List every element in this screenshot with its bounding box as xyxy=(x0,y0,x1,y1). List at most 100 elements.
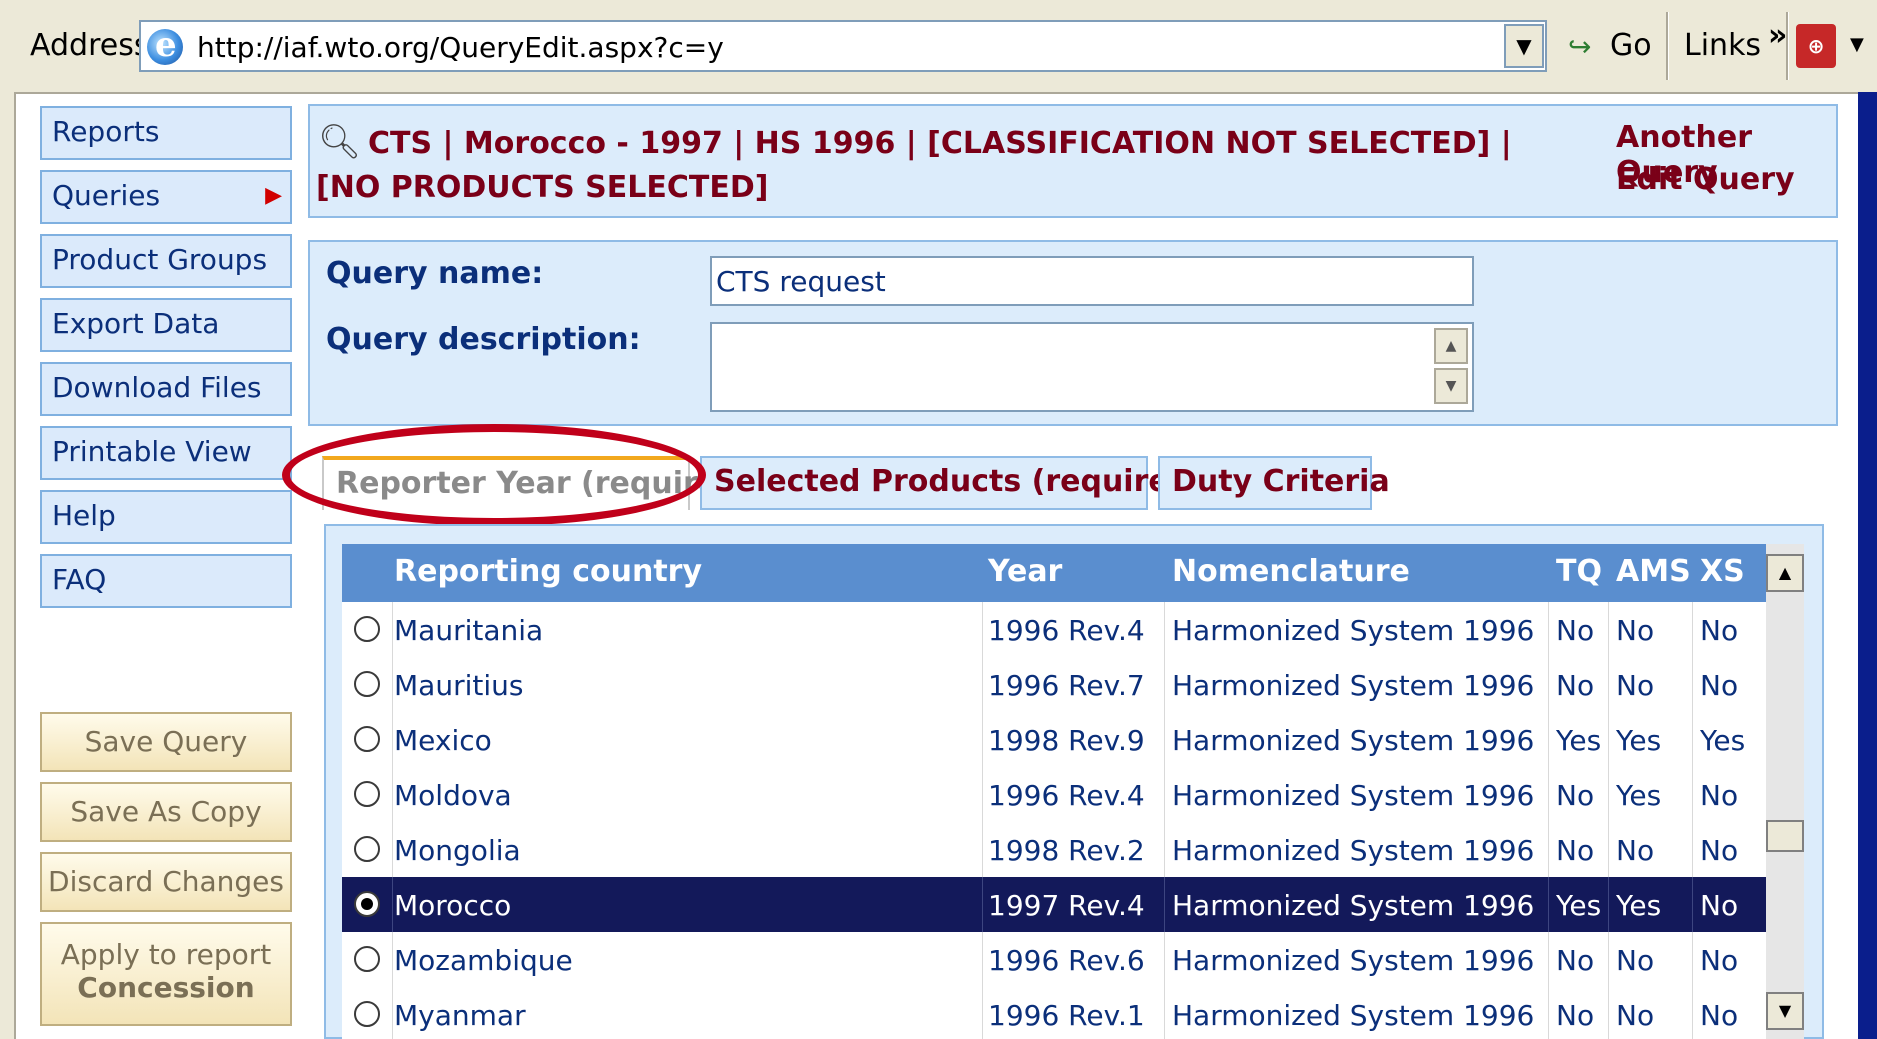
links-chevron-icon[interactable]: » xyxy=(1768,18,1787,53)
concession-label: Concession xyxy=(77,971,255,1004)
column-divider xyxy=(1164,822,1165,877)
cell-tq: Yes xyxy=(1556,724,1602,757)
sidebar-item-export-data[interactable]: Export Data xyxy=(40,298,292,352)
row-radio-button[interactable] xyxy=(354,1001,380,1027)
links-label[interactable]: Links xyxy=(1684,28,1761,63)
cell-nomenclature: Harmonized System 1996 xyxy=(1172,614,1535,647)
go-arrow-icon: ↪ xyxy=(1568,30,1592,63)
row-radio-button[interactable] xyxy=(354,891,380,917)
column-divider xyxy=(1608,657,1609,712)
sidebar-item-download-files[interactable]: Download Files xyxy=(40,362,292,416)
sidebar-item-help[interactable]: Help xyxy=(40,490,292,544)
go-button[interactable]: ↪ Go xyxy=(1564,20,1654,72)
column-header-reporting-country[interactable]: Reporting country xyxy=(394,554,702,589)
scroll-up-icon[interactable]: ▲ xyxy=(1434,328,1468,364)
grid-header-row: Reporting country Year Nomenclature TQ A… xyxy=(342,544,1766,602)
row-radio-button[interactable] xyxy=(354,946,380,972)
column-divider xyxy=(1608,767,1609,822)
scrollbar-thumb[interactable] xyxy=(1766,820,1804,852)
column-header-tq[interactable]: TQ xyxy=(1556,554,1602,589)
column-divider xyxy=(1692,602,1693,657)
table-row[interactable]: Myanmar 1996 Rev.1 Harmonized System 1996 N… xyxy=(342,987,1766,1039)
sidebar-item-label: Queries xyxy=(52,179,161,212)
tab-reporter-year[interactable]: Reporter Year (required) xyxy=(322,456,753,510)
toolbar-separator xyxy=(1666,12,1669,80)
sidebar-item-label: Export Data xyxy=(52,307,220,340)
column-divider xyxy=(1608,712,1609,767)
sidebar-item-product-groups[interactable]: Product Groups xyxy=(40,234,292,288)
discard-changes-button[interactable]: Discard Changes xyxy=(40,852,292,912)
sidebar-item-printable-view[interactable]: Printable View xyxy=(40,426,292,480)
row-radio-button[interactable] xyxy=(354,836,380,862)
pdf-icon[interactable]: ⊕ xyxy=(1796,24,1836,68)
table-row[interactable]: Mauritania 1996 Rev.4 Harmonized System 19… xyxy=(342,602,1766,658)
cell-country: Mexico xyxy=(394,724,492,757)
apply-to-report-button[interactable]: Apply to report Concession xyxy=(40,922,292,1026)
table-row[interactable]: Moldova 1996 Rev.4 Harmonized System 1996 N… xyxy=(342,767,1766,823)
cell-year: 1998 Rev.2 xyxy=(988,834,1145,867)
row-radio-button[interactable] xyxy=(354,671,380,697)
scroll-down-icon[interactable]: ▼ xyxy=(1766,992,1804,1030)
cell-year: 1996 Rev.7 xyxy=(988,669,1145,702)
table-row[interactable]: Morocco 1997 Rev.4 Harmonized System 1996 Y… xyxy=(342,877,1766,933)
query-summary-header: 🔍︎ CTS | Morocco - 1997 | HS 1996 | [CLA… xyxy=(308,104,1838,218)
sidebar-item-reports[interactable]: Reports xyxy=(40,106,292,160)
cell-ams: Yes xyxy=(1616,779,1662,812)
row-radio-button[interactable] xyxy=(354,781,380,807)
tab-duty-criteria[interactable]: Duty Criteria xyxy=(1158,456,1390,510)
query-form: Query name: Query description: ▲ ▼ xyxy=(308,240,1838,426)
table-row[interactable]: Mauritius 1996 Rev.7 Harmonized System 199… xyxy=(342,657,1766,713)
go-label: Go xyxy=(1610,28,1652,63)
column-divider xyxy=(1608,877,1609,932)
column-divider xyxy=(1548,822,1549,877)
sidebar-item-label: FAQ xyxy=(52,563,107,596)
cell-nomenclature: Harmonized System 1996 xyxy=(1172,669,1535,702)
table-row[interactable]: Mozambique 1996 Rev.6 Harmonized System 19… xyxy=(342,932,1766,988)
cell-nomenclature: Harmonized System 1996 xyxy=(1172,834,1535,867)
save-query-button[interactable]: Save Query xyxy=(40,712,292,772)
row-radio-button[interactable] xyxy=(354,726,380,752)
save-as-copy-button[interactable]: Save As Copy xyxy=(40,782,292,842)
ie-page-icon xyxy=(147,25,183,65)
query-name-input[interactable] xyxy=(710,256,1474,306)
query-summary-line2: [NO PRODUCTS SELECTED] xyxy=(316,170,769,205)
tab-selected-products[interactable]: Selected Products (required) xyxy=(700,456,1204,510)
address-bar: Address http://iaf.wto.org/QueryEdit.asp… xyxy=(0,0,1877,94)
table-row[interactable]: Mongolia 1998 Rev.2 Harmonized System 1996… xyxy=(342,822,1766,878)
column-header-nomenclature[interactable]: Nomenclature xyxy=(1172,554,1410,589)
scroll-up-icon[interactable]: ▲ xyxy=(1766,554,1804,592)
column-divider xyxy=(392,822,393,877)
address-url[interactable]: http://iaf.wto.org/QueryEdit.aspx?c=y xyxy=(197,31,724,64)
cell-country: Mozambique xyxy=(394,944,573,977)
toolbar-separator xyxy=(1786,12,1789,80)
cell-country: Mauritius xyxy=(394,669,524,702)
address-input[interactable]: http://iaf.wto.org/QueryEdit.aspx?c=y xyxy=(139,20,1547,72)
magnifier-icon: 🔍︎ xyxy=(318,122,362,162)
column-divider xyxy=(982,987,983,1039)
column-divider xyxy=(392,877,393,932)
cell-year: 1996 Rev.1 xyxy=(988,999,1145,1032)
column-divider xyxy=(982,657,983,712)
column-header-xs[interactable]: XS xyxy=(1700,554,1745,589)
scroll-down-icon[interactable]: ▼ xyxy=(1434,368,1468,404)
sidebar-item-faq[interactable]: FAQ xyxy=(40,554,292,608)
query-name-label: Query name: xyxy=(326,256,544,291)
row-radio-button[interactable] xyxy=(354,616,380,642)
column-header-ams[interactable]: AMS xyxy=(1616,554,1691,589)
sidebar-item-queries[interactable]: Queries ▶ xyxy=(40,170,292,224)
cell-nomenclature: Harmonized System 1996 xyxy=(1172,779,1535,812)
query-summary-line1: CTS | Morocco - 1997 | HS 1996 | [CLASSI… xyxy=(368,126,1512,161)
address-dropdown-button[interactable]: ▼ xyxy=(1504,24,1544,68)
edit-query-link[interactable]: Edit Query xyxy=(1616,162,1795,197)
grid-scrollbar[interactable]: ▲ ▼ xyxy=(1766,544,1804,1039)
column-divider xyxy=(982,602,983,657)
cell-tq: No xyxy=(1556,779,1595,812)
query-description-label: Query description: xyxy=(326,322,641,357)
table-row[interactable]: Mexico 1998 Rev.9 Harmonized System 1996 Ye… xyxy=(342,712,1766,768)
dropdown-caret-icon[interactable]: ▼ xyxy=(1850,34,1864,55)
column-header-year[interactable]: Year xyxy=(988,554,1062,589)
query-description-textarea[interactable]: ▲ ▼ xyxy=(710,322,1474,412)
apply-to-report-label: Apply to report xyxy=(60,938,272,971)
cell-country: Myanmar xyxy=(394,999,526,1032)
column-divider xyxy=(982,822,983,877)
